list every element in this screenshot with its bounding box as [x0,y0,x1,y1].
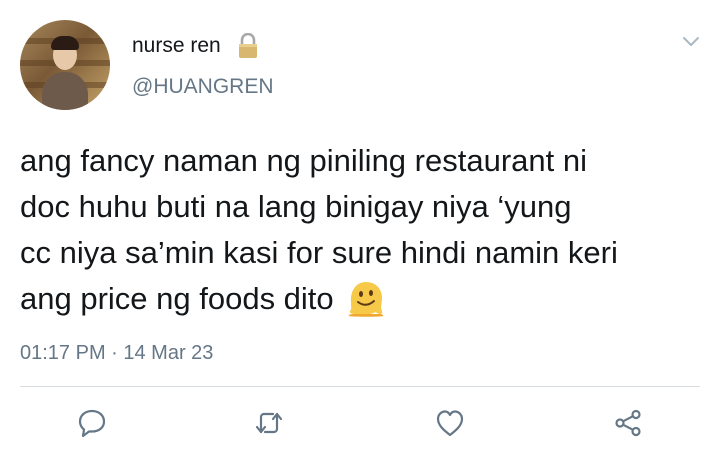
retweet-button[interactable] [254,408,284,438]
share-icon [615,409,641,437]
display-name[interactable]: nurse ren [132,34,221,58]
tweet-timestamp[interactable]: 01:17 PM · 14 Mar 23 [20,342,213,365]
tweet-card: nurse ren @HUANGREN ang fancy naman ng p… [0,0,720,465]
comment-icon [78,409,106,438]
heart-icon [436,410,464,437]
user-handle[interactable]: @HUANGREN [132,75,274,99]
divider [20,386,700,387]
melting-face-emoji-icon [349,282,384,317]
avatar[interactable] [20,20,110,110]
avatar-person-hair [51,36,79,50]
tweet-body: ang fancy naman ng piniling restaurant n… [20,143,618,316]
chevron-down-icon[interactable] [682,36,700,48]
reply-button[interactable] [77,408,107,438]
like-button[interactable] [435,408,465,438]
tweet-text: ang fancy naman ng piniling restaurant n… [20,138,710,322]
share-button[interactable] [613,408,643,438]
lock-icon [239,33,257,58]
retweet-icon [255,412,283,434]
avatar-person-body [42,72,88,110]
